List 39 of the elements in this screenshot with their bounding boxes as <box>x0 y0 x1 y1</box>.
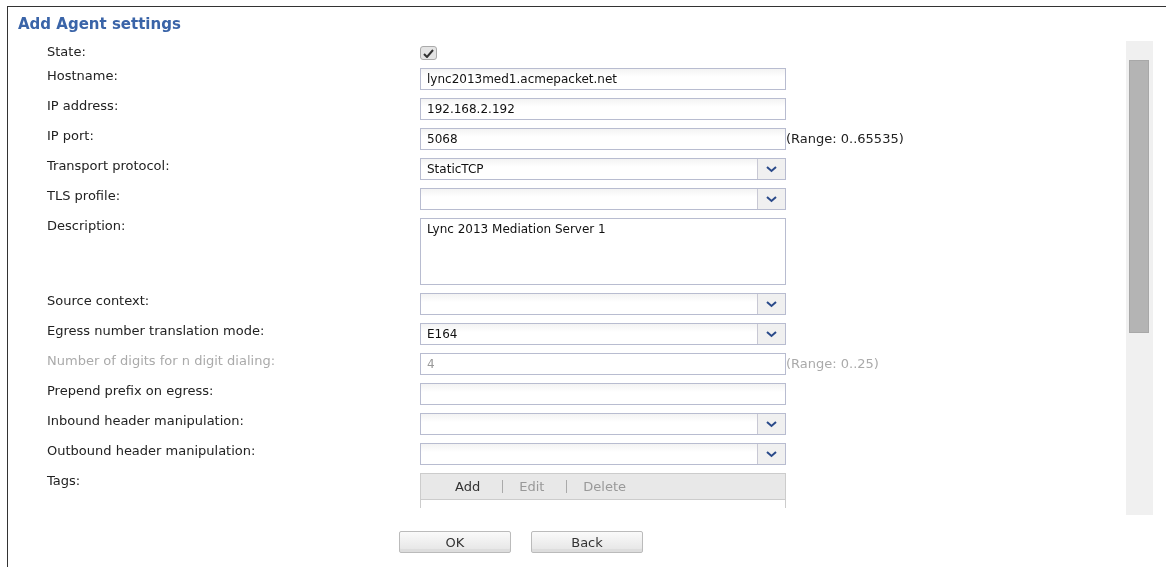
chevron-down-icon[interactable] <box>766 300 777 308</box>
field-label: Inbound header manipulation: <box>47 413 245 429</box>
range-hint: (Range: 0..25) <box>786 356 879 371</box>
dialog-button[interactable]: Back <box>531 531 643 553</box>
dropdown-field[interactable] <box>420 293 786 315</box>
field-label: IP address: <box>47 98 120 114</box>
dropdown-field[interactable] <box>420 188 786 210</box>
toolbar-button[interactable]: Add <box>439 479 503 494</box>
field-label: TLS profile: <box>47 188 121 204</box>
field-label: IP port: <box>47 128 95 144</box>
input-field[interactable]: lync2013med1.acmepacket.net <box>420 68 786 90</box>
field-label: Description: <box>47 218 127 234</box>
chevron-down-icon[interactable] <box>766 165 777 173</box>
field-label: Egress number translation mode: <box>47 323 266 339</box>
scrollbar[interactable] <box>1126 41 1153 515</box>
form-title: Add Agent settings <box>18 15 181 33</box>
field-label: Prepend prefix on egress: <box>47 383 215 399</box>
chevron-down-icon[interactable] <box>766 450 777 458</box>
chevron-down-icon[interactable] <box>766 330 777 338</box>
range-hint: (Range: 0..65535) <box>786 131 904 146</box>
field-label: Transport protocol: <box>47 158 171 174</box>
field-label: Hostname: <box>47 68 119 84</box>
dropdown-field[interactable] <box>420 413 786 435</box>
state-checkbox[interactable] <box>420 46 437 60</box>
chevron-down-icon[interactable] <box>766 195 777 203</box>
field-label: State: <box>47 44 87 60</box>
dropdown-field[interactable] <box>420 443 786 465</box>
description-field[interactable]: Lync 2013 Mediation Server 1 <box>420 218 786 285</box>
input-field[interactable]: 192.168.2.192 <box>420 98 786 120</box>
input-field[interactable]: 5068 <box>420 128 786 150</box>
chevron-down-icon[interactable] <box>766 420 777 428</box>
dropdown-field[interactable]: E164 <box>420 323 786 345</box>
field-label: Outbound header manipulation: <box>47 443 257 459</box>
field-label: Tags: <box>47 473 82 489</box>
dialog-button[interactable]: OK <box>399 531 511 553</box>
dropdown-field[interactable]: StaticTCP <box>420 158 786 180</box>
input-field[interactable] <box>420 383 786 405</box>
field-label: Number of digits for n digit dialing: <box>47 353 276 369</box>
field-label: Source context: <box>47 293 151 309</box>
